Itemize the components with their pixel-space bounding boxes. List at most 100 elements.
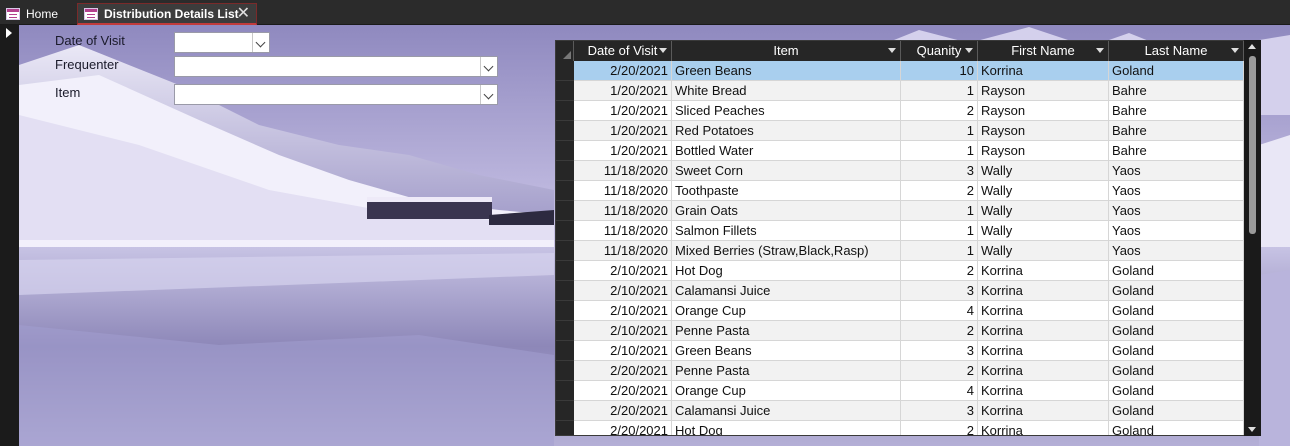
cell-date-of-visit[interactable]: 1/20/2021 xyxy=(574,81,672,101)
cell-quantity[interactable]: 2 xyxy=(901,421,978,435)
row-selector[interactable] xyxy=(556,141,574,161)
table-row[interactable]: 2/20/2021 Calamansi Juice 3 Korrina Goland xyxy=(556,401,1244,421)
cell-date-of-visit[interactable]: 2/10/2021 xyxy=(574,321,672,341)
cell-item[interactable]: Calamansi Juice xyxy=(672,281,901,301)
cell-date-of-visit[interactable]: 11/18/2020 xyxy=(574,161,672,181)
cell-item[interactable]: Green Beans xyxy=(672,341,901,361)
cell-item[interactable]: Toothpaste xyxy=(672,181,901,201)
row-selector[interactable] xyxy=(556,241,574,261)
column-header-first-name[interactable]: First Name xyxy=(978,41,1109,61)
cell-quantity[interactable]: 3 xyxy=(901,281,978,301)
cell-date-of-visit[interactable]: 2/10/2021 xyxy=(574,261,672,281)
cell-last-name[interactable]: Goland xyxy=(1109,61,1244,81)
cell-first-name[interactable]: Wally xyxy=(978,201,1109,221)
cell-item[interactable]: Sweet Corn xyxy=(672,161,901,181)
cell-quantity[interactable]: 1 xyxy=(901,81,978,101)
cell-item[interactable]: Red Potatoes xyxy=(672,121,901,141)
column-header-last-name[interactable]: Last Name xyxy=(1109,41,1244,61)
cell-item[interactable]: Hot Dog xyxy=(672,261,901,281)
cell-last-name[interactable]: Bahre xyxy=(1109,81,1244,101)
cell-date-of-visit[interactable]: 11/18/2020 xyxy=(574,181,672,201)
table-row[interactable]: 1/20/2021 Red Potatoes 1 Rayson Bahre xyxy=(556,121,1244,141)
scroll-up-icon[interactable] xyxy=(1248,44,1256,49)
cell-quantity[interactable]: 2 xyxy=(901,181,978,201)
chevron-down-icon[interactable] xyxy=(252,33,269,52)
cell-item[interactable]: Penne Pasta xyxy=(672,361,901,381)
cell-first-name[interactable]: Korrina xyxy=(978,321,1109,341)
cell-last-name[interactable]: Yaos xyxy=(1109,161,1244,181)
column-header-quantity[interactable]: Quanity xyxy=(901,41,978,61)
cell-item[interactable]: Penne Pasta xyxy=(672,321,901,341)
cell-last-name[interactable]: Goland xyxy=(1109,381,1244,401)
table-row[interactable]: 11/18/2020 Toothpaste 2 Wally Yaos xyxy=(556,181,1244,201)
cell-item[interactable]: Mixed Berries (Straw,Black,Rasp) xyxy=(672,241,901,261)
cell-item[interactable]: Hot Dog xyxy=(672,421,901,435)
cell-last-name[interactable]: Goland xyxy=(1109,281,1244,301)
cell-date-of-visit[interactable]: 2/20/2021 xyxy=(574,421,672,435)
cell-quantity[interactable]: 3 xyxy=(901,161,978,181)
row-selector[interactable] xyxy=(556,401,574,421)
cell-date-of-visit[interactable]: 11/18/2020 xyxy=(574,221,672,241)
row-selector[interactable] xyxy=(556,221,574,241)
vertical-scrollbar[interactable] xyxy=(1244,40,1261,436)
row-selector[interactable] xyxy=(556,201,574,221)
cell-quantity[interactable]: 2 xyxy=(901,261,978,281)
table-row[interactable]: 11/18/2020 Sweet Corn 3 Wally Yaos xyxy=(556,161,1244,181)
cell-item[interactable]: Orange Cup xyxy=(672,301,901,321)
cell-item[interactable]: Salmon Fillets xyxy=(672,221,901,241)
column-header-date-of-visit[interactable]: Date of Visit xyxy=(574,41,672,61)
table-row[interactable]: 1/20/2021 Bottled Water 1 Rayson Bahre xyxy=(556,141,1244,161)
cell-last-name[interactable]: Bahre xyxy=(1109,141,1244,161)
cell-first-name[interactable]: Wally xyxy=(978,221,1109,241)
scroll-down-icon[interactable] xyxy=(1248,427,1256,432)
frequenter-combo[interactable] xyxy=(174,56,498,77)
cell-quantity[interactable]: 4 xyxy=(901,301,978,321)
table-row[interactable]: 2/10/2021 Green Beans 3 Korrina Goland xyxy=(556,341,1244,361)
cell-item[interactable]: Sliced Peaches xyxy=(672,101,901,121)
cell-item[interactable]: White Bread xyxy=(672,81,901,101)
table-row[interactable]: 2/10/2021 Calamansi Juice 3 Korrina Goland xyxy=(556,281,1244,301)
cell-item[interactable]: Calamansi Juice xyxy=(672,401,901,421)
column-header-item[interactable]: Item xyxy=(672,41,901,61)
cell-first-name[interactable]: Rayson xyxy=(978,141,1109,161)
tab-home[interactable]: Home xyxy=(0,3,76,25)
row-selector[interactable] xyxy=(556,361,574,381)
cell-last-name[interactable]: Yaos xyxy=(1109,221,1244,241)
cell-date-of-visit[interactable]: 11/18/2020 xyxy=(574,241,672,261)
cell-last-name[interactable]: Goland xyxy=(1109,421,1244,435)
cell-first-name[interactable]: Rayson xyxy=(978,101,1109,121)
cell-quantity[interactable]: 4 xyxy=(901,381,978,401)
cell-quantity[interactable]: 1 xyxy=(901,201,978,221)
cell-date-of-visit[interactable]: 1/20/2021 xyxy=(574,121,672,141)
row-selector[interactable] xyxy=(556,81,574,101)
row-selector[interactable] xyxy=(556,161,574,181)
cell-date-of-visit[interactable]: 1/20/2021 xyxy=(574,101,672,121)
close-icon[interactable]: ✕ xyxy=(237,5,250,23)
cell-date-of-visit[interactable]: 2/10/2021 xyxy=(574,341,672,361)
cell-item[interactable]: Bottled Water xyxy=(672,141,901,161)
distribution-datasheet[interactable]: Date of Visit Item Quanity First Name La… xyxy=(555,40,1261,436)
select-all-corner[interactable] xyxy=(556,41,574,61)
item-combo[interactable] xyxy=(174,84,498,105)
cell-quantity[interactable]: 2 xyxy=(901,101,978,121)
cell-quantity[interactable]: 3 xyxy=(901,401,978,421)
cell-first-name[interactable]: Korrina xyxy=(978,281,1109,301)
row-selector[interactable] xyxy=(556,341,574,361)
chevron-down-icon[interactable] xyxy=(480,85,497,104)
cell-quantity[interactable]: 1 xyxy=(901,241,978,261)
tab-distribution-details-list[interactable]: Distribution Details List ✕ xyxy=(77,3,257,25)
filter-dropdown-icon[interactable] xyxy=(1231,48,1239,53)
cell-first-name[interactable]: Korrina xyxy=(978,261,1109,281)
cell-last-name[interactable]: Goland xyxy=(1109,301,1244,321)
cell-first-name[interactable]: Rayson xyxy=(978,81,1109,101)
table-row[interactable]: 1/20/2021 Sliced Peaches 2 Rayson Bahre xyxy=(556,101,1244,121)
table-row[interactable]: 11/18/2020 Grain Oats 1 Wally Yaos xyxy=(556,201,1244,221)
table-row[interactable]: 2/10/2021 Penne Pasta 2 Korrina Goland xyxy=(556,321,1244,341)
cell-date-of-visit[interactable]: 2/10/2021 xyxy=(574,281,672,301)
row-selector[interactable] xyxy=(556,281,574,301)
cell-last-name[interactable]: Yaos xyxy=(1109,181,1244,201)
cell-quantity[interactable]: 3 xyxy=(901,341,978,361)
scroll-thumb[interactable] xyxy=(1249,56,1256,234)
row-selector[interactable] xyxy=(556,301,574,321)
cell-quantity[interactable]: 1 xyxy=(901,141,978,161)
